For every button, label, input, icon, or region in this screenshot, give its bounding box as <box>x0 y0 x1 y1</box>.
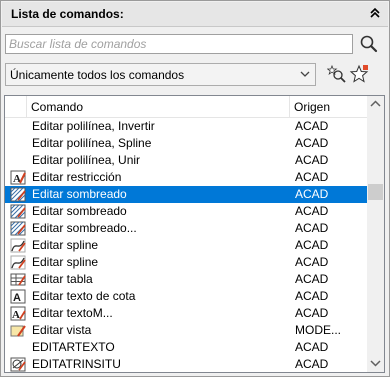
command-origin: ACAD <box>295 170 329 184</box>
command-name: Editar textoM... <box>32 306 113 320</box>
filter-selected-value: Únicamente todos los comandos <box>10 68 185 82</box>
command-origin: ACAD <box>295 238 329 252</box>
table-row[interactable]: Editar sombreado... ACAD <box>5 220 367 237</box>
panel-header: Lista de comandos: <box>2 2 388 27</box>
command-name: Editar polilínea, Spline <box>32 136 152 150</box>
command-origin: ACAD <box>295 289 329 303</box>
command-origin: ACAD <box>295 187 329 201</box>
command-name: Editar spline <box>32 238 99 252</box>
command-origin: ACAD <box>295 119 329 133</box>
table-row[interactable]: A Editar textoM... ACAD <box>5 305 367 322</box>
search-field[interactable] <box>5 34 353 54</box>
table-row[interactable]: Editar polilínea, Invertir ACAD <box>5 118 367 135</box>
command-name: EDITARTEXTO <box>32 340 115 354</box>
command-name: Editar spline <box>32 255 99 269</box>
table-row[interactable]: A Editar texto de cota ACAD <box>5 288 367 305</box>
command-name: Editar sombreado <box>32 187 127 201</box>
edit-hatch-icon <box>10 221 26 236</box>
scroll-up-arrow-icon[interactable] <box>367 96 384 113</box>
command-origin: ACAD <box>295 221 329 235</box>
edit-view-icon <box>10 325 26 337</box>
vertical-scrollbar[interactable] <box>367 96 384 372</box>
command-name: EDITATRINSITU <box>32 357 121 371</box>
table-row[interactable]: EDITARTEXTO ACAD <box>5 339 367 356</box>
command-name: Editar tabla <box>32 272 93 286</box>
table-row[interactable]: Editar sombreado ACAD <box>5 203 367 220</box>
command-name: Editar sombreado <box>32 204 127 218</box>
edit-constraint-icon: A <box>10 170 26 185</box>
command-origin: ACAD <box>295 272 329 286</box>
scroll-down-arrow-icon[interactable] <box>367 355 384 372</box>
svg-text:A: A <box>13 292 21 304</box>
edit-hatch-icon <box>10 187 26 202</box>
edit-attribute-icon <box>10 357 26 372</box>
svg-text:A: A <box>12 309 20 321</box>
edit-spline-icon <box>10 255 26 270</box>
command-origin: ACAD <box>295 255 329 269</box>
command-origin: MODE... <box>295 323 342 337</box>
command-name: Editar polilínea, Unir <box>32 153 141 167</box>
search-input[interactable] <box>6 35 349 53</box>
column-divider <box>289 96 290 117</box>
find-command-icon[interactable] <box>327 64 347 84</box>
command-name: Editar vista <box>32 323 92 337</box>
new-command-star-icon[interactable] <box>349 64 369 84</box>
edit-table-icon <box>10 273 26 286</box>
command-name: Editar polilínea, Invertir <box>32 119 155 133</box>
edit-dimtext-icon: A <box>10 289 26 304</box>
command-origin: ACAD <box>295 136 329 150</box>
table-row[interactable]: Editar tabla ACAD <box>5 271 367 288</box>
table-row[interactable]: Editar spline ACAD <box>5 254 367 271</box>
chevron-down-icon <box>300 71 310 77</box>
edit-mtext-icon: A <box>10 306 26 321</box>
table-row[interactable]: Editar spline ACAD <box>5 237 367 254</box>
table-row[interactable]: EDITATRINSITU ACAD <box>5 356 367 372</box>
table-row[interactable]: A Editar restricción ACAD <box>5 169 367 186</box>
command-name: Editar sombreado... <box>32 221 137 235</box>
column-header-origin[interactable]: Origen <box>294 100 330 114</box>
magnifier-icon[interactable] <box>359 34 379 54</box>
command-origin: ACAD <box>295 340 329 354</box>
filter-dropdown[interactable]: Únicamente todos los comandos <box>5 63 316 86</box>
double-chevron-up-icon[interactable] <box>368 6 382 20</box>
table-row[interactable]: Editar vista MODE... <box>5 322 367 339</box>
panel-title: Lista de comandos: <box>11 7 124 21</box>
svg-text:A: A <box>13 173 21 185</box>
table-row[interactable]: Editar polilínea, Unir ACAD <box>5 152 367 169</box>
edit-spline-icon <box>10 238 26 253</box>
command-origin: ACAD <box>295 306 329 320</box>
column-header-command[interactable]: Comando <box>31 100 83 114</box>
command-list[interactable]: Comando Origen Editar polilínea, Inverti… <box>4 95 385 373</box>
scrollbar-thumb[interactable] <box>368 184 383 200</box>
command-name: Editar texto de cota <box>32 289 136 303</box>
edit-hatch-icon <box>10 204 26 219</box>
command-name: Editar restricción <box>32 170 122 184</box>
table-row[interactable]: Editar sombreado ACAD <box>5 186 367 203</box>
command-origin: ACAD <box>295 153 329 167</box>
table-row[interactable]: Editar polilínea, Spline ACAD <box>5 135 367 152</box>
command-origin: ACAD <box>295 357 329 371</box>
column-header-row: Comando Origen <box>5 96 367 118</box>
column-divider <box>26 96 27 117</box>
command-origin: ACAD <box>295 204 329 218</box>
